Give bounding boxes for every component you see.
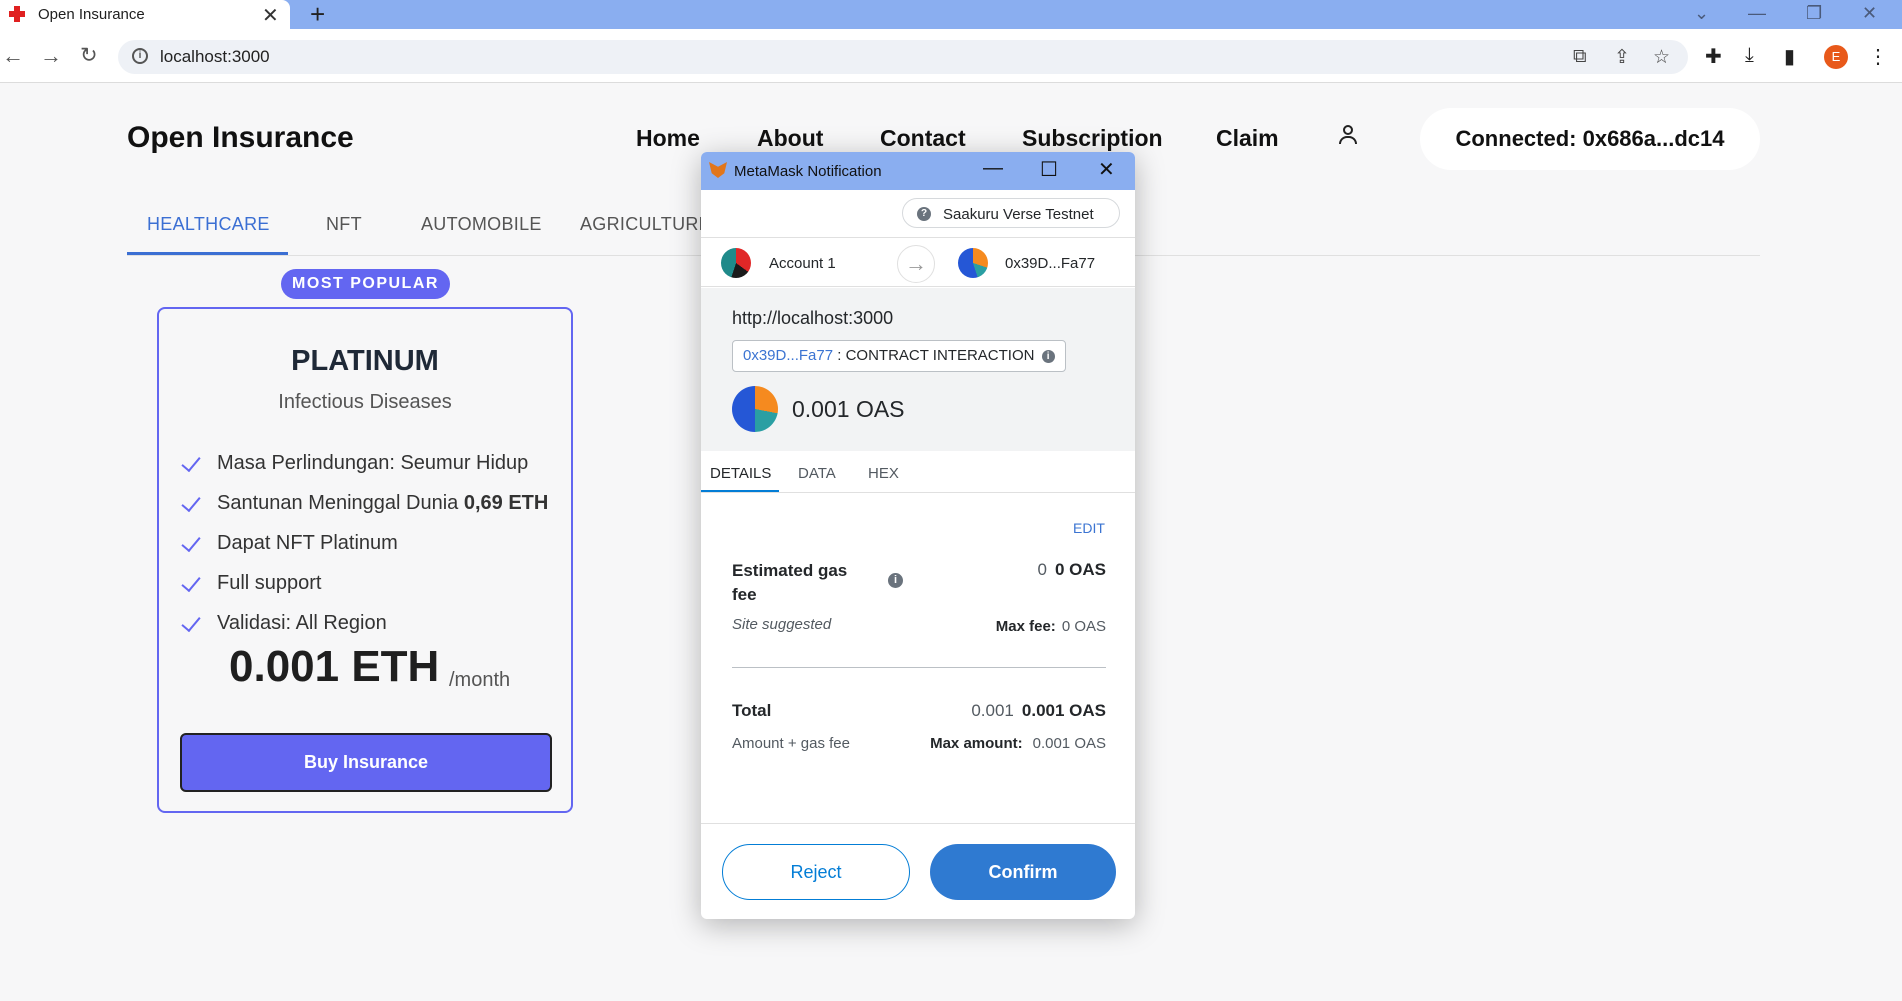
arrow-right-icon: → xyxy=(897,245,935,283)
tab-agriculture[interactable]: AGRICULTURE xyxy=(580,214,711,235)
feature-item: Masa Perlindungan: Seumur Hidup xyxy=(181,452,528,475)
check-icon xyxy=(181,497,203,511)
profile-avatar[interactable]: E xyxy=(1824,45,1848,69)
bookmark-star-icon[interactable]: ☆ xyxy=(1653,46,1670,69)
plan-title: PLATINUM xyxy=(291,345,439,377)
site-brand[interactable]: Open Insurance xyxy=(127,121,354,155)
site-suggested-label: Site suggested xyxy=(732,616,832,633)
forward-arrow-icon[interactable]: → xyxy=(40,43,62,69)
account-avatar-icon xyxy=(721,248,751,278)
restore-button[interactable]: ❐ xyxy=(1806,3,1822,24)
minimize-button[interactable]: — xyxy=(1748,3,1766,24)
check-icon xyxy=(181,537,203,551)
extensions-puzzle-icon[interactable]: ✚ xyxy=(1705,44,1722,69)
tab-details[interactable]: DETAILS xyxy=(710,465,771,482)
amount-plus-gas-label: Amount + gas fee xyxy=(732,735,850,752)
metamask-fox-icon xyxy=(709,162,727,178)
active-tab-indicator xyxy=(127,252,288,255)
download-icon[interactable]: ⤓ xyxy=(1745,44,1754,67)
edit-gas-button[interactable]: EDIT xyxy=(1073,520,1105,536)
plan-price: 0.001 ETH xyxy=(229,642,440,691)
metamask-titlebar: MetaMask Notification — ☐ ✕ xyxy=(701,152,1135,190)
most-popular-badge: MOST POPULAR xyxy=(281,269,450,299)
contract-address[interactable]: 0x39D...Fa77 xyxy=(743,347,833,364)
divider xyxy=(732,667,1106,668)
feature-item: Dapat NFT Platinum xyxy=(181,532,398,555)
check-icon xyxy=(181,457,203,471)
browser-toolbar: ← → ↻ i localhost:3000 ⧉ ⇪ ☆ ✚ ⤓ ▮ E ⋮ xyxy=(0,29,1902,83)
tab-search-icon[interactable]: ⌄ xyxy=(1694,3,1709,24)
tab-close-icon[interactable]: ✕ xyxy=(262,3,279,28)
address-bar[interactable]: i localhost:3000 ⧉ ⇪ ☆ xyxy=(118,40,1688,74)
side-panel-icon[interactable]: ▮ xyxy=(1784,44,1795,69)
wallet-connected-button[interactable]: Connected: 0x686a...dc14 xyxy=(1420,108,1760,170)
menu-kebab-icon[interactable]: ⋮ xyxy=(1868,44,1888,69)
tab-nft[interactable]: NFT xyxy=(326,214,362,235)
nav-about[interactable]: About xyxy=(757,125,823,152)
request-origin: http://localhost:3000 xyxy=(732,308,894,328)
tab-healthcare[interactable]: HEALTHCARE xyxy=(147,214,270,235)
feature-item: Validasi: All Region xyxy=(181,612,387,635)
network-name: Saakuru Verse Testnet xyxy=(943,206,1094,223)
plan-price-unit: /month xyxy=(449,669,511,691)
metamask-maximize-button[interactable]: ☐ xyxy=(1040,157,1058,182)
total-value: 0.001 0.001 OAS xyxy=(971,701,1106,720)
tab-title: Open Insurance xyxy=(38,6,145,23)
red-cross-favicon-icon xyxy=(9,6,25,22)
plan-subtitle: Infectious Diseases xyxy=(278,391,452,413)
window-close-button[interactable]: ✕ xyxy=(1862,3,1877,24)
to-address[interactable]: 0x39D...Fa77 xyxy=(1005,255,1095,272)
nav-home[interactable]: Home xyxy=(636,125,700,152)
new-tab-button[interactable]: + xyxy=(310,0,325,28)
tab-data[interactable]: DATA xyxy=(798,465,836,482)
tab-automobile[interactable]: AUTOMOBILE xyxy=(421,214,542,235)
browser-tab-bar: Open Insurance ✕ + ⌄ — ❐ ✕ xyxy=(0,0,1902,29)
method-label: : CONTRACT INTERACTION xyxy=(837,347,1035,364)
share-icon[interactable]: ⇪ xyxy=(1614,46,1630,69)
transaction-summary: http://localhost:3000 0x39D...Fa77 : CON… xyxy=(701,288,1135,451)
metamask-close-button[interactable]: ✕ xyxy=(1098,157,1115,182)
info-icon[interactable]: i xyxy=(1041,350,1055,363)
browser-tab[interactable]: Open Insurance ✕ xyxy=(0,0,290,29)
feature-item: Santunan Meninggal Dunia 0,69 ETH xyxy=(181,492,548,515)
user-icon[interactable] xyxy=(1337,124,1359,146)
tab-hex[interactable]: HEX xyxy=(868,465,899,482)
buy-insurance-button[interactable]: Buy Insurance xyxy=(180,733,552,792)
active-tab-indicator xyxy=(701,490,779,492)
nav-subscription[interactable]: Subscription xyxy=(1022,125,1163,152)
site-info-icon[interactable]: i xyxy=(132,48,148,64)
recipient-avatar-icon xyxy=(958,248,988,278)
feature-item: Full support xyxy=(181,572,322,595)
metamask-tabs: DETAILS DATA HEX xyxy=(701,451,1135,493)
total-label: Total xyxy=(732,701,772,720)
token-avatar-icon xyxy=(732,386,778,432)
sender-recipient-row: Account 1 → 0x39D...Fa77 xyxy=(701,237,1135,287)
confirm-button[interactable]: Confirm xyxy=(930,844,1116,900)
max-amount: Max amount: 0.001 OAS xyxy=(930,735,1106,752)
gas-fee-value: 00 OAS xyxy=(1037,560,1107,579)
nav-claim[interactable]: Claim xyxy=(1216,125,1279,152)
network-selector[interactable]: ? Saakuru Verse Testnet xyxy=(902,198,1120,228)
reject-button[interactable]: Reject xyxy=(722,844,910,900)
footer-divider xyxy=(701,823,1135,824)
reload-icon[interactable]: ↻ xyxy=(80,43,98,68)
back-arrow-icon[interactable]: ← xyxy=(2,43,24,69)
address-url[interactable]: localhost:3000 xyxy=(160,47,270,67)
metamask-window-title: MetaMask Notification xyxy=(734,163,882,180)
open-in-app-icon[interactable]: ⧉ xyxy=(1573,46,1587,68)
network-question-icon: ? xyxy=(917,207,931,221)
metamask-minimize-button[interactable]: — xyxy=(983,157,1003,180)
contract-method-badge[interactable]: 0x39D...Fa77 : CONTRACT INTERACTION i xyxy=(732,340,1066,372)
from-account-name[interactable]: Account 1 xyxy=(769,255,836,272)
metamask-notification-window: MetaMask Notification — ☐ ✕ ? Saakuru Ve… xyxy=(701,152,1135,919)
check-icon xyxy=(181,617,203,631)
nav-contact[interactable]: Contact xyxy=(880,125,966,152)
platinum-plan-card: PLATINUM Infectious Diseases Masa Perlin… xyxy=(157,307,573,813)
gas-info-icon[interactable]: i xyxy=(888,573,903,588)
max-fee: Max fee: 0 OAS xyxy=(995,618,1106,635)
estimated-gas-fee-label: Estimated gas fee xyxy=(732,561,848,604)
transaction-amount: 0.001 OAS xyxy=(792,396,905,422)
check-icon xyxy=(181,577,203,591)
